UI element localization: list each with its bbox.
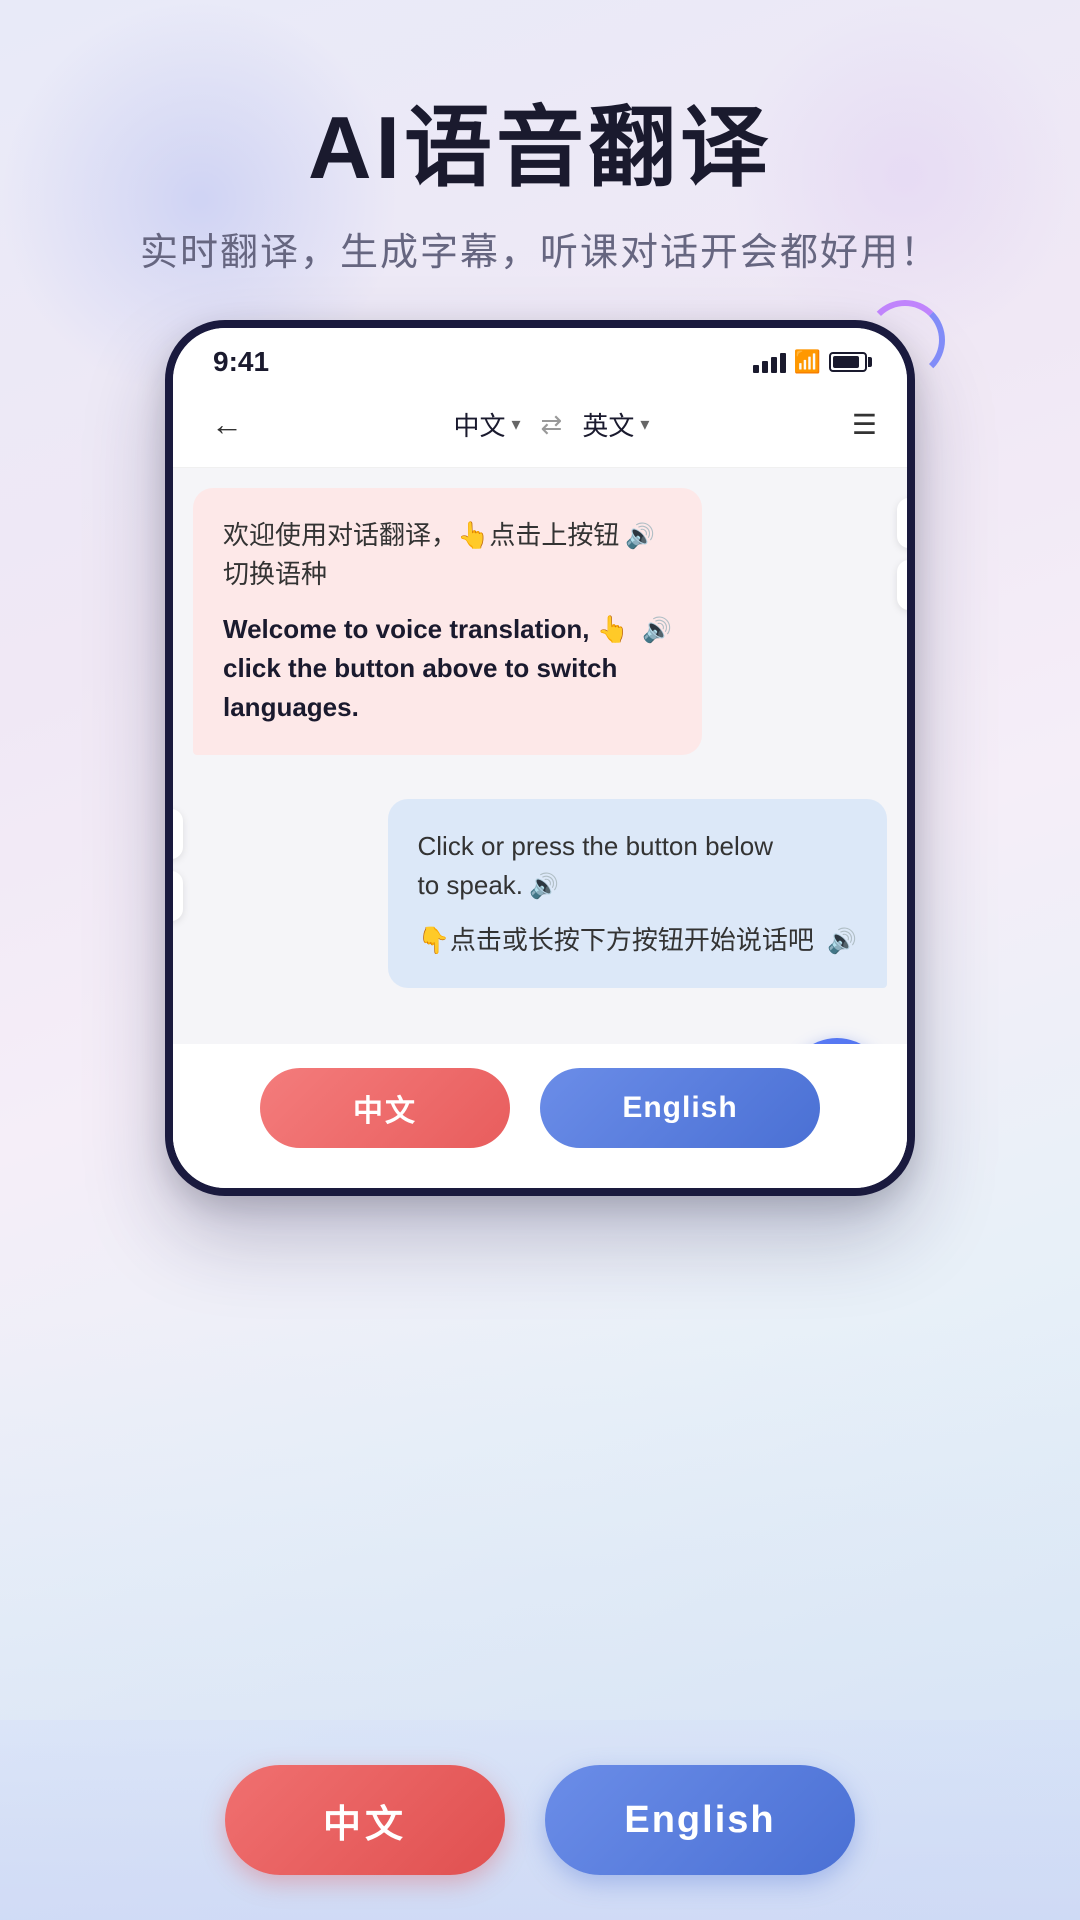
- header: AI语音翻译 实时翻译，生成字幕，听课对话开会都好用！: [0, 0, 1080, 316]
- settings-icon[interactable]: ☰: [852, 408, 877, 441]
- nav-center: 中文 ▾ ⇄ 英文 ▾: [251, 406, 852, 443]
- more-options-button-2[interactable]: ···: [165, 871, 183, 921]
- phone-bottom-buttons: 中文 English: [173, 1044, 907, 1168]
- chat-area: 欢迎使用对话翻译，👆点击上按钮🔊 切换语种 Welcome to voice t…: [173, 468, 907, 1168]
- english-speak-button[interactable]: English: [540, 1068, 820, 1148]
- lang-to-arrow: ▾: [640, 414, 649, 435]
- page-bottom: 中文 English: [0, 1720, 1080, 1920]
- bubble-blue-cn-text: 👇点击或长按下方按钮开始说话吧 🔊: [418, 921, 858, 960]
- page-chinese-button[interactable]: 中文: [225, 1765, 505, 1875]
- more-options-button[interactable]: ···: [897, 560, 915, 610]
- status-time: 9:41: [213, 346, 269, 378]
- signal-icon: [753, 351, 786, 373]
- bubble-blue-en-text: Click or press the button belowto speak.…: [418, 827, 858, 905]
- blue-bubble-actions: ···: [165, 809, 183, 921]
- lang-from-arrow: ▾: [512, 414, 521, 435]
- phone-mockup: 9:41 📶 ← 中文 ▾: [165, 320, 915, 1196]
- status-icons: 📶: [753, 349, 867, 375]
- decorative-arc: [865, 300, 945, 380]
- lang-from-selector[interactable]: 中文 ▾: [453, 406, 520, 443]
- main-title: AI语音翻译: [0, 100, 1080, 197]
- pink-bubble-actions: ···: [897, 498, 915, 610]
- battery-icon: [829, 352, 867, 372]
- bubble-en-text: Welcome to voice translation, 👆 🔊 click …: [223, 610, 672, 727]
- lang-from-label: 中文: [453, 406, 505, 443]
- chinese-speak-button[interactable]: 中文: [260, 1068, 510, 1148]
- status-bar: 9:41 📶: [173, 328, 907, 388]
- back-button[interactable]: ←: [203, 398, 251, 451]
- bubble-cn-text: 欢迎使用对话翻译，👆点击上按钮🔊 切换语种: [223, 516, 672, 594]
- bubble-blue: Click or press the button belowto speak.…: [388, 799, 888, 988]
- microphone-button-2[interactable]: [165, 809, 183, 859]
- subtitle: 实时翻译，生成字幕，听课对话开会都好用！: [0, 221, 1080, 276]
- phone-frame: 9:41 📶 ← 中文 ▾: [165, 320, 915, 1196]
- lang-to-selector[interactable]: 英文 ▾: [582, 406, 649, 443]
- bubble-pink: 欢迎使用对话翻译，👆点击上按钮🔊 切换语种 Welcome to voice t…: [193, 488, 702, 755]
- page-english-button[interactable]: English: [545, 1765, 855, 1875]
- wifi-icon: 📶: [794, 349, 821, 375]
- phone-safe-area: [173, 1168, 907, 1188]
- lang-to-label: 英文: [582, 406, 634, 443]
- nav-bar: ← 中文 ▾ ⇄ 英文 ▾ ☰: [173, 388, 907, 468]
- swap-languages-icon[interactable]: ⇄: [541, 409, 563, 440]
- page-bottom-buttons: 中文 English: [225, 1765, 855, 1875]
- microphone-button[interactable]: [897, 498, 915, 548]
